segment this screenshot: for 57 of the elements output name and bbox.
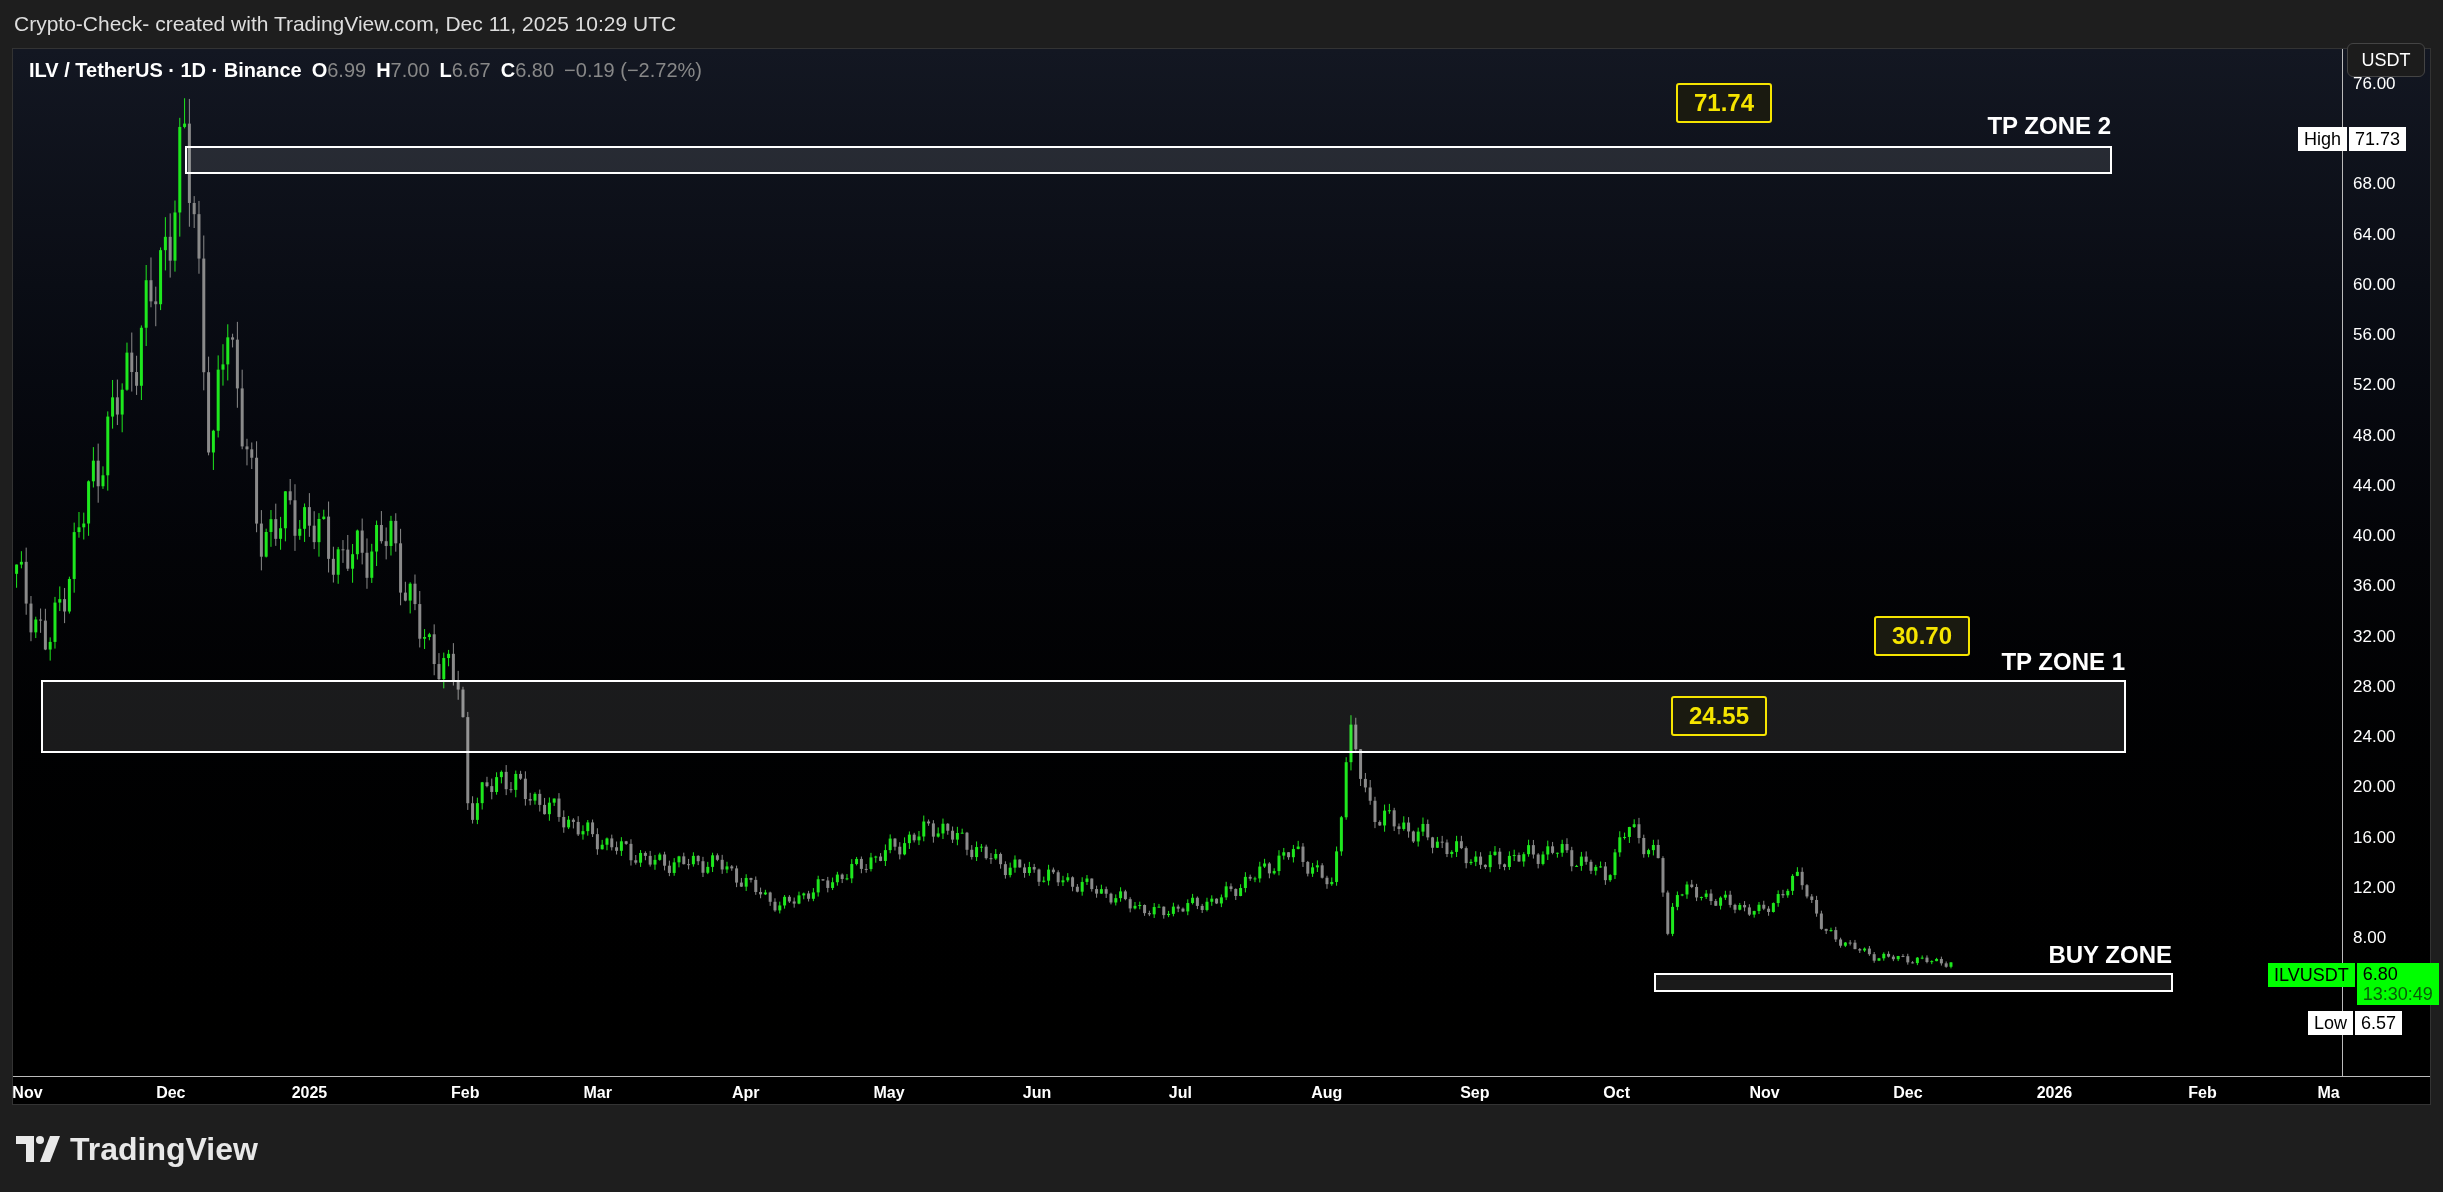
attribution-text: Crypto-Check- created with TradingView.com, Dec 11, 2025 10:29 UTC: [14, 11, 677, 38]
time-tick-label: Feb: [2188, 1083, 2217, 1103]
ohlc-value: C6.80: [500, 58, 555, 83]
price-tick-label: 24.00: [2353, 727, 2396, 748]
zone-label: TP ZONE 1: [2001, 647, 2126, 677]
time-tick-label: 2025: [291, 1083, 328, 1103]
time-tick-label: Nov: [1749, 1083, 1780, 1103]
time-tick-label: 2026: [2036, 1083, 2073, 1103]
price-callout: 30.70: [1874, 616, 1970, 656]
symbol-title: ILV / TetherUS · 1D · Binance: [29, 58, 302, 83]
ohlc-value: O6.99: [311, 58, 367, 83]
price-tick-label: 48.00: [2353, 425, 2396, 446]
low-price: 6.57: [2355, 1011, 2403, 1035]
high-price: 71.73: [2349, 127, 2407, 151]
low-label: Low: [2308, 1011, 2354, 1035]
price-tick-label: 56.00: [2353, 325, 2396, 346]
zone-label: TP ZONE 2: [1987, 111, 2112, 141]
high-label: High: [2298, 127, 2348, 151]
price-callout: 71.74: [1676, 83, 1772, 123]
currency-button[interactable]: USDT: [2347, 43, 2426, 77]
time-tick-label: Dec: [1893, 1083, 1923, 1103]
bar-countdown: 13:30:49: [2362, 984, 2433, 1004]
price-tick-label: 44.00: [2353, 475, 2396, 496]
price-tick-label: 28.00: [2353, 676, 2396, 697]
time-tick-label: Jun: [1022, 1083, 1052, 1103]
time-tick-label: Dec: [156, 1083, 186, 1103]
time-tick-label: Sep: [1460, 1083, 1490, 1103]
price-tick-label: 16.00: [2353, 827, 2396, 848]
symbol-price-label: ILVUSDT: [2268, 963, 2355, 987]
price-tick-label: 60.00: [2353, 274, 2396, 295]
logo-icon: [16, 1135, 60, 1162]
time-tick-label: Feb: [451, 1083, 480, 1103]
time-tick-label: Oct: [1603, 1083, 1630, 1103]
time-tick-label: May: [873, 1083, 905, 1103]
ohlc-value: H7.00: [376, 58, 430, 83]
price-tick-label: 64.00: [2353, 224, 2396, 245]
zone-label: BUY ZONE: [2048, 940, 2173, 970]
time-tick-label: Ma: [2317, 1083, 2340, 1103]
price-callout: 24.55: [1671, 696, 1767, 736]
ohlc-value: L6.67: [439, 58, 491, 83]
price-tick-label: 68.00: [2353, 174, 2396, 195]
price-tick-label: 52.00: [2353, 375, 2396, 396]
price-tick-label: 8.00: [2353, 928, 2387, 949]
price-change: −0.19 (−2.72%): [564, 58, 702, 83]
price-tick-label: 20.00: [2353, 777, 2396, 798]
time-tick-label: Apr: [731, 1083, 760, 1103]
price-tick-label: 32.00: [2353, 626, 2396, 647]
logo-wordmark: TradingView: [70, 1129, 258, 1169]
time-tick-label: Mar: [583, 1083, 612, 1103]
price-tick-label: 36.00: [2353, 576, 2396, 597]
time-tick-label: Jul: [1168, 1083, 1192, 1103]
price-tick-label: 12.00: [2353, 877, 2396, 898]
time-tick-label: Aug: [1311, 1083, 1343, 1103]
price-tick-label: 76.00: [2353, 74, 2396, 94]
price-tick-label: 40.00: [2353, 526, 2396, 547]
time-tick-label: Nov: [13, 1083, 43, 1103]
last-price: 6.80: [2362, 964, 2399, 984]
